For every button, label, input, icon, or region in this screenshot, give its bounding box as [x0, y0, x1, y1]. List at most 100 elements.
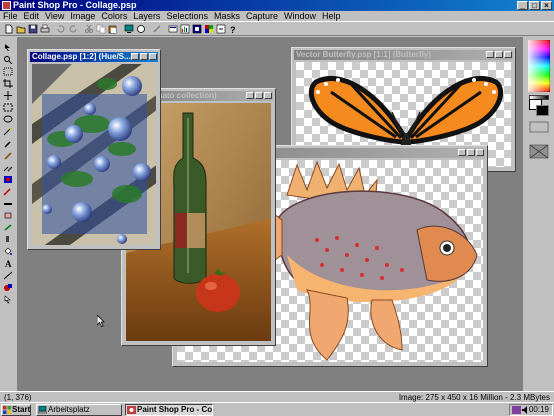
mover-tool-icon[interactable] — [3, 91, 13, 100]
volume-icon[interactable] — [522, 406, 528, 414]
copy-icon[interactable] — [96, 24, 106, 34]
fish-maximize-button[interactable] — [467, 149, 475, 156]
paint-shop-pro-icon — [127, 406, 136, 414]
minimize-button[interactable]: _ — [517, 1, 528, 10]
help-icon[interactable]: ? — [228, 24, 238, 34]
windows-taskbar: Start Arbeitsplatz Paint Shop Pro - Coll… — [0, 402, 554, 416]
draw-tool-icon[interactable] — [3, 271, 13, 280]
menu-layers[interactable]: Layers — [130, 11, 163, 21]
tray-app-icon[interactable] — [512, 406, 521, 414]
svg-text:A: A — [5, 259, 12, 268]
maximize-button[interactable]: □ — [529, 1, 540, 10]
zoom-icon[interactable] — [136, 24, 146, 34]
zoom-tool-icon[interactable] — [3, 55, 13, 64]
taskbar-item-paint-shop-pro[interactable]: Paint Shop Pro - Coll... — [125, 404, 213, 416]
cut-icon[interactable] — [84, 24, 94, 34]
status-bar: (1, 376) Image: 275 x 450 x 16 Million -… — [0, 391, 554, 402]
picture-tube-icon[interactable] — [3, 223, 13, 232]
menu-file[interactable]: File — [0, 11, 21, 21]
scratch-remover-icon[interactable] — [3, 199, 13, 208]
texture-selector-icon[interactable] — [529, 144, 549, 159]
menu-masks[interactable]: Masks — [211, 11, 243, 21]
collage-window[interactable]: Collage.psp [1:2] (Hue/S... — [27, 49, 161, 250]
overview-icon[interactable] — [192, 24, 202, 34]
mouse-cursor-icon — [97, 315, 105, 327]
collage-maximize-button[interactable] — [140, 53, 148, 60]
print-icon[interactable] — [40, 24, 50, 34]
color-replacer-icon[interactable] — [3, 175, 13, 184]
color-spectrum[interactable] — [528, 40, 550, 92]
deformation-tool-icon[interactable] — [3, 67, 13, 76]
menu-colors[interactable]: Colors — [98, 11, 130, 21]
windows-logo-icon — [3, 406, 11, 414]
color-palette — [524, 37, 554, 391]
start-button[interactable]: Start — [1, 404, 31, 416]
clock: 00:19 — [528, 405, 549, 414]
arrow-tool-icon[interactable] — [3, 43, 13, 52]
selection-tool-icon[interactable] — [3, 103, 13, 112]
menu-view[interactable]: View — [42, 11, 67, 21]
tomato-maximize-button[interactable] — [255, 92, 263, 99]
layers-palette-icon[interactable] — [168, 24, 178, 34]
svg-text:?: ? — [230, 25, 236, 34]
style-selector-icon[interactable] — [529, 121, 549, 133]
butterfly-window-title: Vector Butterfly.psp [1:1] (Butterfly) — [296, 50, 431, 59]
menu-bar: File Edit View Image Colors Layers Selec… — [0, 11, 554, 21]
foreground-color-swatch[interactable] — [536, 105, 549, 116]
butterfly-close-button[interactable] — [504, 51, 512, 58]
menu-image[interactable]: Image — [67, 11, 98, 21]
collage-minimize-button[interactable] — [131, 53, 139, 60]
paintbrush-tool-icon[interactable] — [3, 151, 13, 160]
butterfly-minimize-button[interactable] — [486, 51, 494, 58]
tool-options-icon[interactable] — [216, 24, 226, 34]
workspace: Vector Butterfly.psp [1:1] (Butterfly) [… — [17, 37, 523, 391]
histogram-icon[interactable] — [180, 24, 190, 34]
close-button[interactable]: × — [541, 1, 552, 10]
object-selector-icon[interactable] — [3, 295, 13, 304]
fish-close-button[interactable] — [476, 149, 484, 156]
main-toolbar: ? — [0, 21, 554, 36]
flood-fill-icon[interactable] — [3, 247, 13, 256]
menu-capture[interactable]: Capture — [243, 11, 281, 21]
collage-window-title: Collage.psp [1:2] (Hue/S... — [32, 52, 131, 61]
new-file-icon[interactable] — [4, 24, 14, 34]
save-icon[interactable] — [28, 24, 38, 34]
butterfly-maximize-button[interactable] — [495, 51, 503, 58]
taskbar-item-arbeitsplatz[interactable]: Arbeitsplatz — [36, 404, 122, 416]
menu-help[interactable]: Help — [319, 11, 344, 21]
color-palette-icon[interactable] — [204, 24, 214, 34]
collage-close-button[interactable] — [149, 53, 157, 60]
app-icon[interactable] — [2, 1, 11, 10]
crop-tool-icon[interactable] — [3, 79, 13, 88]
collage-image — [32, 64, 156, 245]
dropper-tool-icon[interactable] — [3, 139, 13, 148]
menu-edit[interactable]: Edit — [21, 11, 43, 21]
magic-wand-icon[interactable] — [3, 127, 13, 136]
eraser-tool-icon[interactable] — [3, 211, 13, 220]
taskbar-item-label: Paint Shop Pro - Coll... — [137, 405, 213, 414]
redo-icon[interactable] — [68, 24, 78, 34]
paste-icon[interactable] — [108, 24, 118, 34]
tomato-close-button[interactable] — [264, 92, 272, 99]
monitor-icon[interactable] — [124, 24, 134, 34]
retouch-tool-icon[interactable] — [3, 187, 13, 196]
text-tool-icon[interactable]: A — [3, 259, 13, 268]
undo-icon[interactable] — [56, 24, 66, 34]
start-label: Start — [12, 405, 31, 414]
brush-tool-icon[interactable] — [152, 24, 162, 34]
menu-selections[interactable]: Selections — [163, 11, 211, 21]
butterfly-window-title-bar[interactable]: Vector Butterfly.psp [1:1] (Butterfly) — [294, 50, 513, 60]
open-folder-icon[interactable] — [16, 24, 26, 34]
menu-window[interactable]: Window — [281, 11, 319, 21]
clone-brush-icon[interactable] — [3, 163, 13, 172]
taskbar-item-label: Arbeitsplatz — [48, 405, 90, 414]
fish-minimize-button[interactable] — [458, 149, 466, 156]
tomato-minimize-button[interactable] — [246, 92, 254, 99]
app-title: Paint Shop Pro - Collage.psp — [13, 0, 137, 10]
collage-window-title-bar[interactable]: Collage.psp [1:2] (Hue/S... — [30, 52, 158, 62]
lasso-tool-icon[interactable] — [3, 115, 13, 124]
airbrush-tool-icon[interactable] — [3, 235, 13, 244]
preset-shapes-icon[interactable] — [3, 283, 13, 292]
app-title-bar[interactable]: Paint Shop Pro - Collage.psp _ □ × — [0, 0, 554, 11]
collage-canvas[interactable] — [32, 64, 156, 245]
